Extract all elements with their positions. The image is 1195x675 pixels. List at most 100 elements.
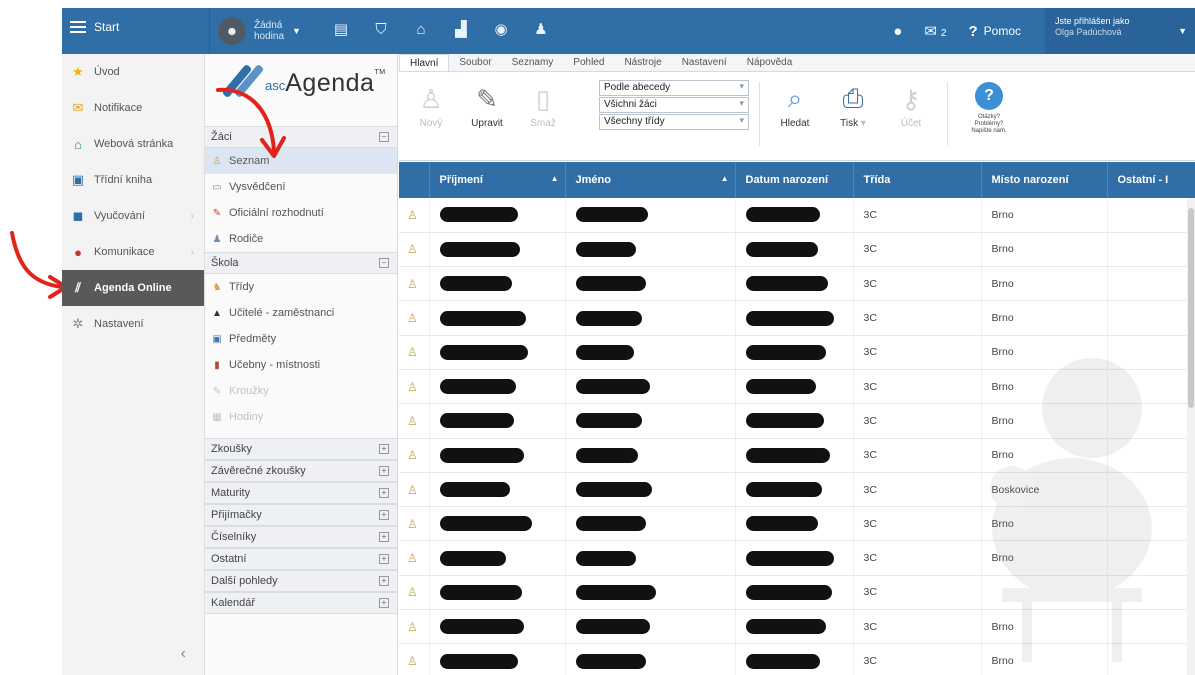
collapse-sidebar-button[interactable]: ‹ [181,645,186,663]
edit-button[interactable]: ✎ Upravit [463,80,511,130]
section-zkousky[interactable]: Zkoušky + [205,438,397,460]
table-row[interactable]: ♙ 3C Brno [399,266,1195,302]
section-ostatni[interactable]: Ostatní + [205,548,397,570]
table-scrollbar[interactable] [1187,198,1195,675]
col-trida[interactable]: Třída [853,162,982,198]
filter-selects: Podle abecedy Všichni žáci Všechny třídy [599,80,749,131]
tab-seznamy[interactable]: Seznamy [502,54,564,71]
bar-chart-icon[interactable]: ▟ [452,21,470,39]
table-row[interactable]: ♙ 3C Brno [399,643,1195,675]
help-button[interactable]: ? Pomoc [968,23,1021,40]
chevron-down-icon: ▾ [860,118,866,129]
building-icon[interactable]: ⌂ [412,21,430,39]
user-menu[interactable]: Jste přihlášen jako Olga Padúchová ▼ [1045,8,1195,54]
students-select[interactable]: Všichni žáci [599,97,749,113]
sidebar-item-agenda-online[interactable]: ⫽ Agenda Online [62,270,204,306]
table-row[interactable]: ♙ 3C Brno [399,438,1195,473]
col-prijmeni[interactable]: Příjmení ▲ [429,162,566,198]
cell-jmeno [565,198,736,233]
module-item-predmety[interactable]: ▣ Předměty [205,326,397,352]
table-row[interactable]: ♙ 3C Boskovice [399,472,1195,508]
module-item-ucitele[interactable]: ▲ Učitelé - zaměstnanci [205,300,397,326]
cell-datum-narozeni [735,403,854,439]
cell-prijmeni [429,369,566,405]
table-row[interactable]: ♙ 3C Brno [399,300,1195,336]
sidebar-item-tridni-kniha[interactable]: ▣ Třídní kniha [62,162,204,198]
tab-hlavni[interactable]: Hlavní [399,54,450,71]
cell-misto-narozeni: Brno [981,609,1108,645]
cell-prijmeni [429,575,566,611]
user-logged-as: Jste přihlášen jako [1055,16,1130,26]
col-datum-narozeni[interactable]: Datum narození [735,162,854,198]
account-button[interactable]: ⚷ Účet [887,80,935,130]
table-row[interactable]: ♙ 3C Brno [399,403,1195,439]
table-row[interactable]: ♙ 3C Brno [399,198,1195,233]
delete-button[interactable]: ▯ Smaž [519,80,567,130]
sidebar-item-vyucovani[interactable]: ◼ Vyučování › [62,198,204,234]
tab-nastroje[interactable]: Nástroje [614,54,671,71]
tab-napoveda[interactable]: Nápověda [737,54,803,71]
redacted-text [745,207,820,223]
table-row[interactable]: ♙ 3C Brno [399,369,1195,405]
table-row[interactable]: ♙ 3C Brno [399,609,1195,645]
section-skola[interactable]: Škola − [205,252,397,274]
table-row[interactable]: ♙ 3C Brno [399,506,1195,542]
printer-icon: ⎙ [842,83,864,113]
running-people-icon[interactable]: ♟ [532,21,550,39]
palette-icon[interactable]: ◉ [492,21,510,39]
col-ostatni[interactable]: Ostatní - I [1107,162,1195,198]
module-item-hodiny: ▦ Hodiny [205,404,397,430]
sidebar-item-webova-stranka[interactable]: ⌂ Webová stránka [62,126,204,162]
col-misto-narozeni[interactable]: Místo narození [981,162,1108,198]
redacted-text [745,241,818,257]
hour-selector[interactable]: ☻ Žádná hodina ▼ [218,17,301,45]
sidebar-item-nastaveni[interactable]: ✲ Nastavení [62,306,204,342]
calendar-icon: ▦ [212,411,222,423]
expand-icon: + [379,598,389,608]
sidebar-item-komunikace[interactable]: ● Komunikace › [62,234,204,270]
scroll-thumb[interactable] [1188,208,1194,408]
contact-help-button[interactable]: ? Otázky? Problémy? Napište nám. [959,82,1019,135]
sidebar-item-notifikace[interactable]: ✉ Notifikace [62,90,204,126]
timetable-icon[interactable]: ▤ [332,21,350,39]
tab-nastaveni[interactable]: Nastavení [672,54,737,71]
cell-ostatni [1107,198,1195,233]
chat-bubble-icon[interactable]: ● [893,23,902,40]
search-button[interactable]: ⌕ Hledat [771,80,819,129]
print-button[interactable]: ⎙ Tisk ▾ [829,80,877,129]
section-prijimacky[interactable]: Přijímačky + [205,504,397,526]
module-item-ucebny[interactable]: ▮ Učebny - místnosti [205,352,397,378]
tab-soubor[interactable]: Soubor [449,54,501,71]
messages-button[interactable]: ✉ 2 [924,22,946,40]
module-item-vysvedceni[interactable]: ▭ Vysvědčení [205,174,397,200]
new-button[interactable]: ♙ Nový [407,80,455,130]
section-title: Závěrečné zkoušky [211,465,306,477]
classes-select[interactable]: Všechny třídy [599,114,749,130]
section-zaci[interactable]: Žáci − [205,126,397,148]
table-row[interactable]: ♙ 3C Brno [399,540,1195,576]
table-row[interactable]: ♙ 3C Brno [399,335,1195,370]
shield-icon[interactable]: ⛉ [372,21,390,39]
module-item-seznam[interactable]: ♙ Seznam [205,148,397,174]
table-row[interactable]: ♙ 3C Brno [399,232,1195,268]
cell-ostatni [1107,472,1195,508]
sidebar-item-uvod[interactable]: ★ Úvod [62,54,204,90]
student-icon: ♙ [399,438,430,473]
redacted-text [745,482,822,498]
star-icon: ★ [72,64,84,79]
module-item-rodice[interactable]: ♟ Rodiče [205,226,397,252]
start-menu-button[interactable]: Start [70,20,119,34]
module-item-tridy[interactable]: ♞ Třídy [205,274,397,300]
new-button-label: Nový [419,118,443,129]
section-kalendar[interactable]: Kalendář + [205,592,397,614]
tab-pohled[interactable]: Pohled [563,54,614,71]
section-zaverecne-zkousky[interactable]: Závěrečné zkoušky + [205,460,397,482]
sort-select[interactable]: Podle abecedy [599,80,749,96]
ribbon-separator [759,82,760,146]
section-ciselniky[interactable]: Číselníky + [205,526,397,548]
section-maturity[interactable]: Maturity + [205,482,397,504]
table-row[interactable]: ♙ 3C [399,575,1195,611]
col-jmeno[interactable]: Jméno ▲ [565,162,736,198]
module-item-oficialni-rozhodnuti[interactable]: ✎ Oficiální rozhodnutí [205,200,397,226]
section-dalsi-pohledy[interactable]: Další pohledy + [205,570,397,592]
